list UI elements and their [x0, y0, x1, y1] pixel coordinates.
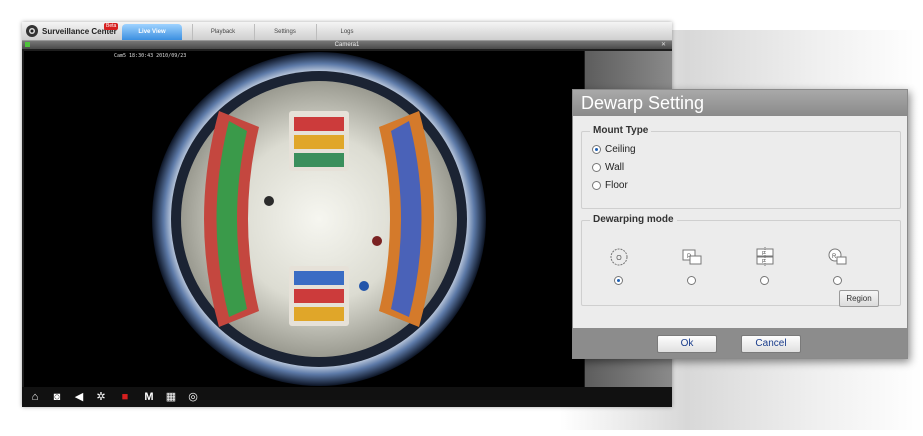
radio-floor[interactable] [592, 181, 601, 190]
panorama-mode-icon: P [682, 249, 702, 265]
tab-playback[interactable]: Playback [192, 24, 253, 40]
dewarping-mode-label: Dewarping mode [590, 214, 677, 225]
top-bar: Surveillance Center Beta Live View Playb… [22, 22, 672, 41]
close-icon[interactable]: ✕ [661, 41, 666, 49]
cancel-button[interactable]: Cancel [741, 335, 801, 353]
home-icon[interactable]: ⌂ [28, 390, 42, 404]
option-label: Wall [605, 162, 625, 173]
dialog-title: Dewarp Setting [573, 90, 907, 116]
record-icon[interactable]: ■ [118, 390, 132, 404]
mount-option-wall[interactable]: Wall [592, 162, 624, 173]
mount-option-ceiling[interactable]: Ceiling [592, 144, 636, 155]
svg-text:P: P [687, 254, 691, 260]
region-mode-icon: R [828, 248, 847, 265]
double-panorama-mode-icon: P P [756, 247, 774, 267]
svg-text:O: O [616, 255, 622, 262]
mode-radio-double-panorama[interactable] [760, 276, 769, 285]
tab-logs[interactable]: Logs [316, 24, 377, 40]
camera-window-bar: Camera1 ✕ [22, 41, 672, 49]
option-label: Floor [605, 180, 628, 191]
mount-type-group: Mount Type Ceiling Wall Floor [581, 125, 901, 209]
ok-button[interactable]: Ok [657, 335, 717, 353]
mode-radio-fisheye[interactable] [614, 276, 623, 285]
mount-option-floor[interactable]: Floor [592, 180, 628, 191]
fisheye-mode-icon: O [610, 248, 628, 266]
settings-icon[interactable]: ✲ [94, 390, 108, 404]
mode-radio-region[interactable] [833, 276, 842, 285]
camera-window-title: Camera1 [334, 42, 360, 48]
beta-badge: Beta [104, 23, 119, 30]
eye-icon[interactable]: ◎ [186, 390, 200, 404]
mount-type-label: Mount Type [590, 125, 652, 136]
radio-ceiling[interactable] [592, 145, 601, 154]
tab-settings[interactable]: Settings [254, 24, 315, 40]
tab-live-view[interactable]: Live View [122, 24, 182, 40]
layout-icon[interactable]: ▦ [164, 390, 178, 404]
fisheye-image [152, 52, 486, 386]
camera-icon[interactable]: ◙ [50, 390, 64, 404]
speaker-icon[interactable]: ◀ [72, 390, 86, 404]
svg-text:R: R [832, 254, 837, 260]
radio-wall[interactable] [592, 163, 601, 172]
dialog-footer: Ok Cancel [573, 328, 907, 358]
camera-logo-icon [26, 25, 38, 37]
dewarp-setting-dialog: Dewarp Setting Mount Type Ceiling Wall F… [572, 89, 908, 359]
region-button[interactable]: Region [839, 290, 879, 307]
live-video-view[interactable]: Cam5 18:30:43 2010/09/23 [24, 51, 584, 387]
option-label: Ceiling [605, 144, 636, 155]
mode-radio-panorama[interactable] [687, 276, 696, 285]
bottom-toolbar: ⌂ ◙ ◀ ✲ ■ M ▦ ◎ [22, 387, 672, 407]
m-icon[interactable]: M [142, 390, 156, 404]
